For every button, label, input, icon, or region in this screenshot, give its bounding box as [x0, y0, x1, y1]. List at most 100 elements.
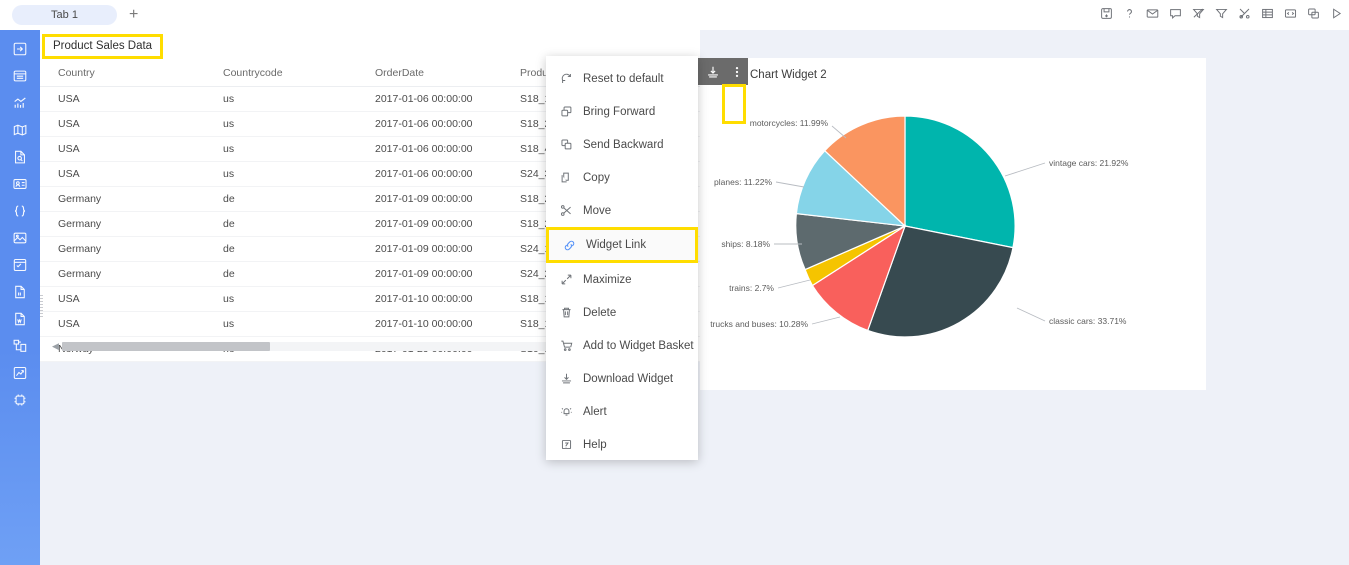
mail-icon[interactable] — [1145, 6, 1159, 20]
arrow-into-box-icon[interactable] — [11, 40, 29, 58]
row-resize-grip[interactable] — [40, 295, 43, 319]
cell-orderdate: 2017-01-06 00:00:00 — [357, 161, 502, 187]
pie-label-ships: ships: 8.18% — [721, 239, 770, 249]
cell-country: USA — [40, 111, 205, 137]
cell-countrycode: us — [205, 86, 357, 112]
table-list-icon[interactable] — [11, 67, 29, 85]
code-icon[interactable] — [1283, 6, 1297, 20]
menu-item-help[interactable]: Help — [546, 428, 698, 461]
cell-country: Germany — [40, 211, 205, 237]
trend-chart-icon[interactable] — [11, 364, 29, 382]
menu-item-label: Alert — [583, 405, 607, 418]
cell-countrycode: de — [205, 236, 357, 262]
menu-item-label: Copy — [583, 171, 610, 184]
tab-label: Tab 1 — [51, 9, 78, 21]
scissors-move-icon — [559, 204, 573, 218]
left-sidebar — [0, 30, 40, 565]
top-icon-bar — [1099, 6, 1343, 20]
menu-item-move[interactable]: Move — [546, 194, 698, 227]
download-icon — [559, 372, 573, 386]
cell-country: USA — [40, 286, 205, 312]
reset-icon — [559, 72, 573, 86]
bar-chart-icon[interactable] — [11, 94, 29, 112]
play-icon[interactable] — [1329, 6, 1343, 20]
scrollbar-thumb[interactable] — [61, 342, 270, 351]
pie-label-trains: trains: 2.7% — [729, 283, 774, 293]
cell-country: Germany — [40, 236, 205, 262]
cell-orderdate: 2017-01-10 00:00:00 — [357, 311, 502, 337]
save-icon[interactable] — [1099, 6, 1113, 20]
table-widget-title: Product Sales Data — [53, 40, 153, 52]
cell-orderdate: 2017-01-29 00:00:00 — [357, 361, 502, 362]
cell-orderdate: 2017-01-10 00:00:00 — [357, 286, 502, 312]
id-card-icon[interactable] — [11, 175, 29, 193]
chart-widget[interactable]: Chart Widget 2 vintage cars: 21.92% clas… — [605, 58, 1206, 390]
column-header-country[interactable]: Country — [40, 60, 205, 87]
cell-countrycode: no — [205, 361, 357, 362]
comment-icon[interactable] — [1168, 6, 1182, 20]
braces-icon[interactable] — [11, 202, 29, 220]
add-tab-button[interactable]: + — [129, 7, 138, 23]
menu-item-reset-to-default[interactable]: Reset to default — [546, 62, 698, 95]
map-icon[interactable] — [11, 121, 29, 139]
cell-country: Germany — [40, 261, 205, 287]
filter-icon[interactable] — [1214, 6, 1228, 20]
menu-item-label: Delete — [583, 306, 617, 319]
cell-countrycode: us — [205, 311, 357, 337]
link-icon — [562, 238, 576, 252]
clear-filter-icon[interactable] — [1191, 6, 1205, 20]
cell-countrycode: de — [205, 261, 357, 287]
cell-country: USA — [40, 86, 205, 112]
pie-label-classic-cars: classic cars: 33.71% — [1049, 316, 1127, 326]
menu-item-label: Maximize — [583, 273, 632, 286]
help-question-icon[interactable] — [1122, 6, 1136, 20]
trash-icon — [559, 306, 573, 320]
pie-chart[interactable]: vintage cars: 21.92% classic cars: 33.71… — [700, 86, 1206, 386]
column-header-countrycode[interactable]: Countrycode — [205, 60, 357, 87]
menu-item-add-to-widget-basket[interactable]: Add to Widget Basket — [546, 329, 698, 362]
cell-country: Norway — [40, 361, 205, 362]
sitemap-icon[interactable] — [11, 337, 29, 355]
cell-countrycode: de — [205, 186, 357, 212]
widget-context-menu: Reset to default Bring Forward Send Back… — [546, 56, 698, 460]
menu-item-download-widget[interactable]: Download Widget — [546, 362, 698, 395]
menu-item-delete[interactable]: Delete — [546, 296, 698, 329]
menu-item-bring-forward[interactable]: Bring Forward — [546, 95, 698, 128]
image-icon[interactable] — [11, 229, 29, 247]
download-icon[interactable] — [705, 64, 720, 79]
tools-icon[interactable] — [1237, 6, 1251, 20]
scroll-left-arrow-icon[interactable]: ◀ — [52, 341, 59, 352]
menu-item-maximize[interactable]: Maximize — [546, 263, 698, 296]
menu-item-label: Widget Link — [586, 239, 647, 251]
column-header-orderdate[interactable]: OrderDate — [357, 60, 502, 87]
cell-country: Germany — [40, 186, 205, 212]
menu-item-alert[interactable]: Alert — [546, 395, 698, 428]
ai-chip-icon[interactable] — [11, 391, 29, 409]
kebab-menu-icon[interactable] — [729, 64, 744, 79]
cell-country: USA — [40, 136, 205, 162]
tab-1[interactable]: Tab 1 — [12, 5, 117, 25]
help-box-icon — [559, 438, 573, 452]
cell-orderdate: 2017-01-06 00:00:00 — [357, 86, 502, 112]
document-search-icon[interactable] — [11, 148, 29, 166]
chart-widget-title: Chart Widget 2 — [750, 69, 827, 81]
menu-item-widget-link[interactable]: Widget Link — [546, 227, 698, 263]
file-pdf-icon[interactable] — [11, 283, 29, 301]
copy-icon[interactable] — [1306, 6, 1320, 20]
menu-item-copy[interactable]: Copy — [546, 161, 698, 194]
cell-orderdate: 2017-01-06 00:00:00 — [357, 111, 502, 137]
pie-label-trucks-and-buses: trucks and buses: 10.28% — [710, 319, 808, 329]
copy-icon — [559, 171, 573, 185]
form-checklist-icon[interactable] — [11, 256, 29, 274]
bell-alert-icon — [559, 405, 573, 419]
cell-countrycode: us — [205, 136, 357, 162]
cell-country: USA — [40, 311, 205, 337]
file-word-icon[interactable] — [11, 310, 29, 328]
cell-orderdate: 2017-01-09 00:00:00 — [357, 261, 502, 287]
menu-item-send-backward[interactable]: Send Backward — [546, 128, 698, 161]
menu-item-label: Move — [583, 204, 612, 217]
cell-country: USA — [40, 161, 205, 187]
grid-icon[interactable] — [1260, 6, 1274, 20]
table-widget-title-highlighted[interactable]: Product Sales Data — [42, 34, 164, 59]
pie-slice-vintage-cars — [904, 115, 1016, 249]
